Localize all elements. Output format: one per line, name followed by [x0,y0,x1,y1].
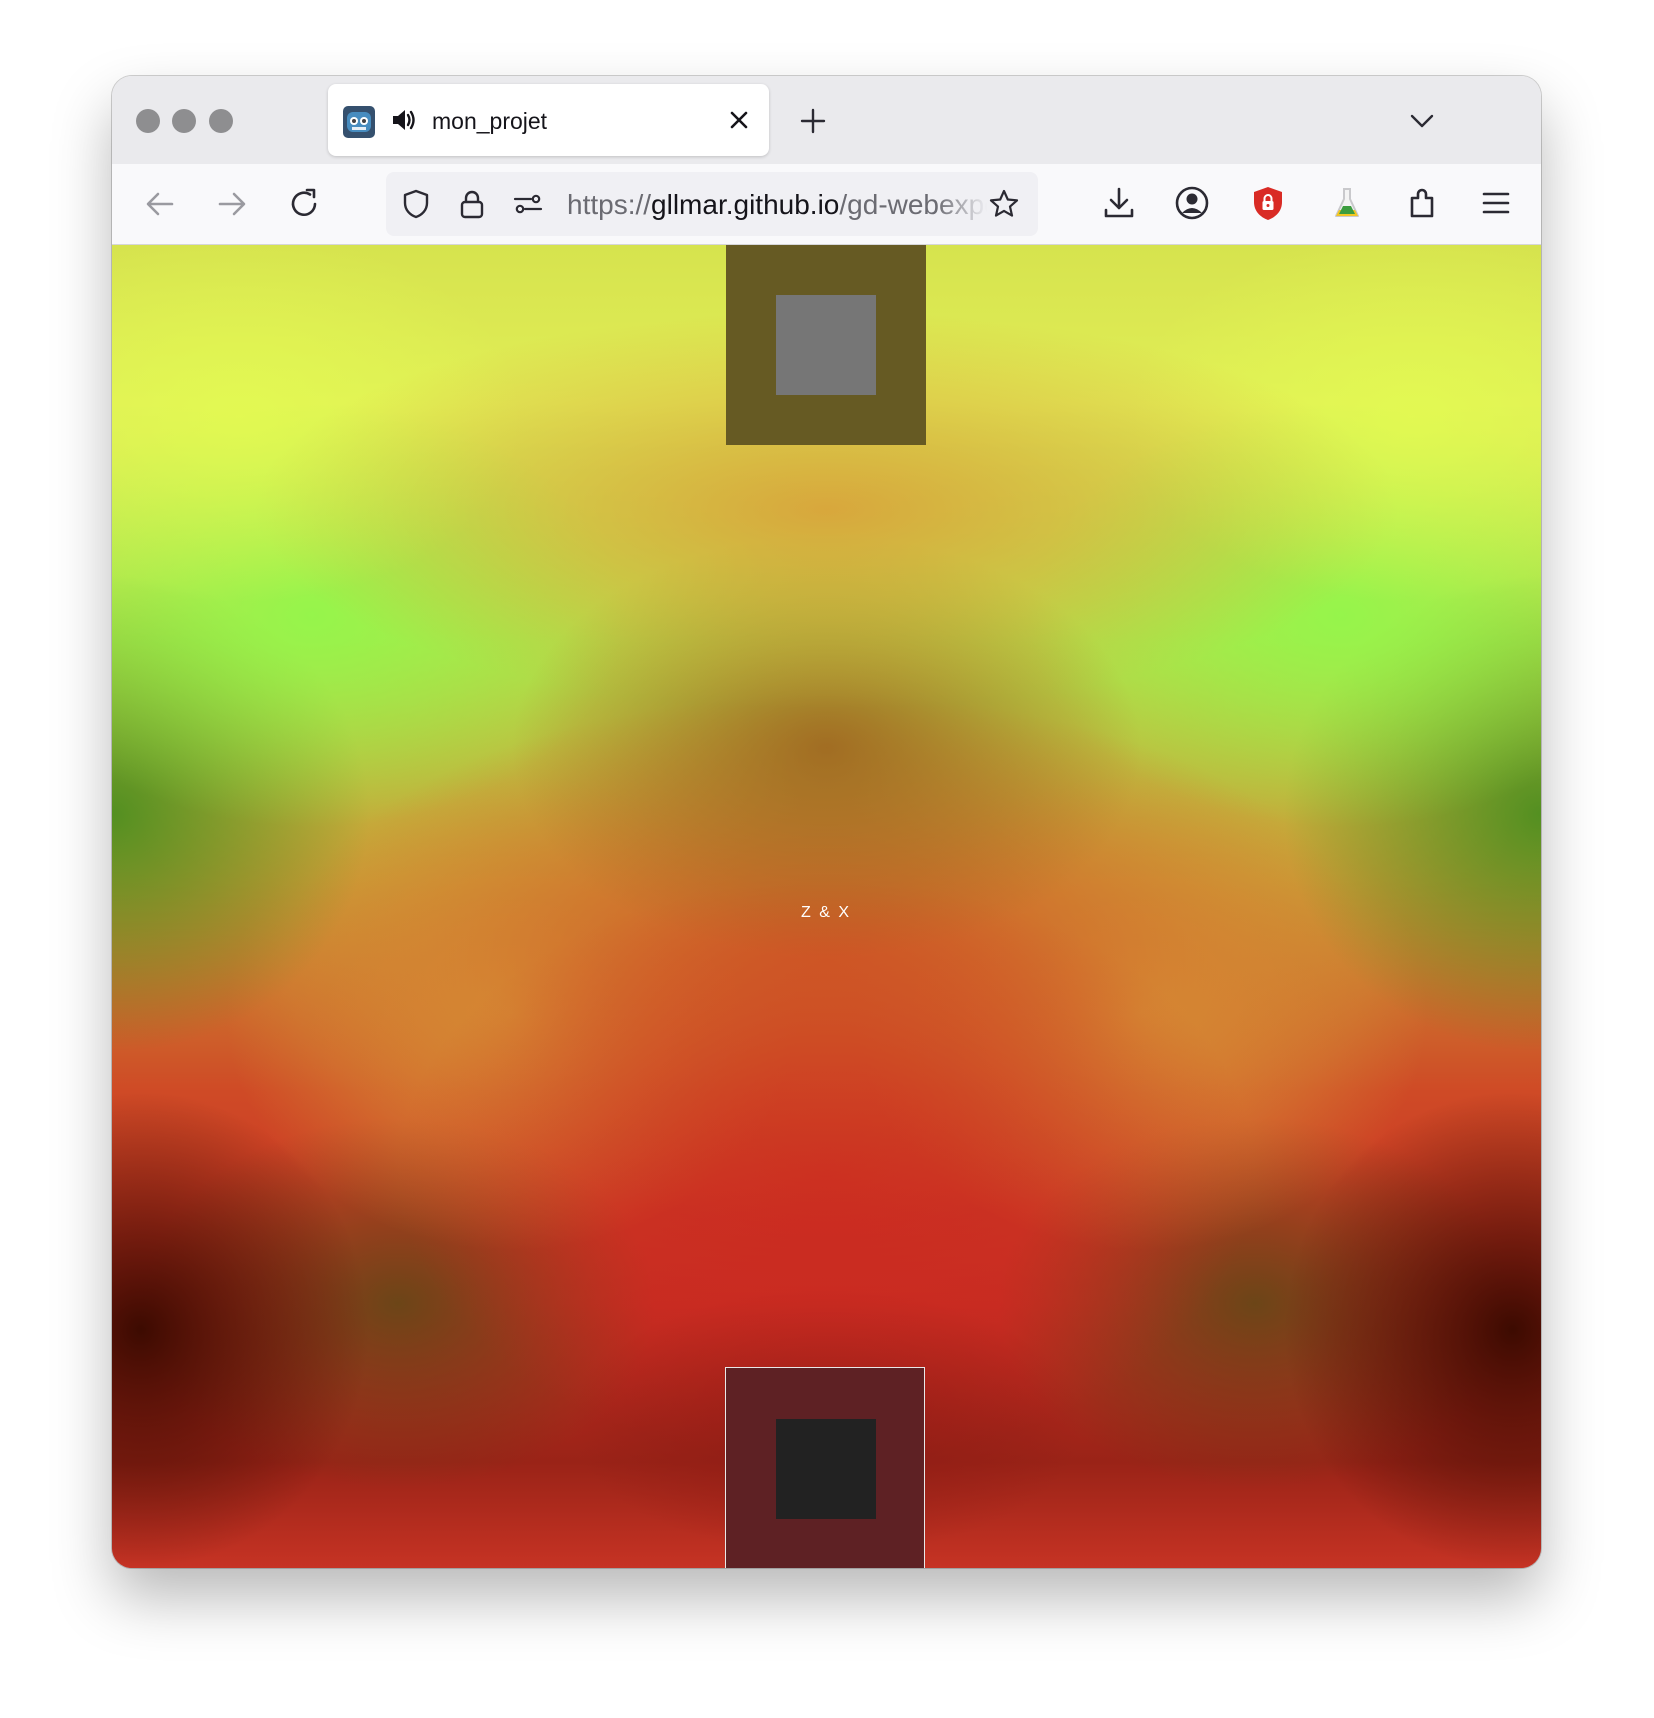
speaker-icon[interactable] [390,106,418,134]
zoom-window-button[interactable] [209,109,233,133]
chevron-down-icon[interactable] [1407,106,1437,136]
extensions-icon[interactable] [1404,184,1442,222]
star-icon[interactable] [988,188,1020,220]
close-icon[interactable] [725,106,753,134]
url-host: gllmar.github.io [651,189,840,220]
top-player-core [776,295,876,395]
download-icon[interactable] [1100,184,1138,222]
arrow-left-icon[interactable] [140,184,180,224]
url-bar[interactable]: https://gllmar.github.io/gd-webexport [386,172,1038,236]
tab-bar: mon_projet [112,76,1541,164]
plus-icon[interactable] [798,106,828,136]
tab-mon-projet[interactable]: mon_projet [328,84,769,156]
game-canvas[interactable]: Z & X [112,245,1541,1568]
arrow-right-icon[interactable] [212,184,252,224]
permissions-icon[interactable] [512,188,544,220]
shield-icon[interactable] [400,188,432,220]
close-window-button[interactable] [136,109,160,133]
browser-window: mon_projet https://gllmar.github.io/gd-w… [112,76,1541,1568]
tab-title: mon_projet [432,108,548,134]
menu-icon[interactable] [1477,184,1515,222]
lock-icon[interactable] [456,188,488,220]
ublock-shield-icon[interactable] [1249,184,1287,222]
url-text[interactable]: https://gllmar.github.io/gd-webexport [567,188,987,222]
top-player-square [726,245,926,445]
godot-icon [343,106,375,138]
controls-hint: Z & X [800,904,851,921]
navigation-toolbar: https://gllmar.github.io/gd-webexport [112,164,1541,245]
bottom-player-square [725,1367,925,1568]
bottom-player-core [776,1419,876,1519]
minimize-window-button[interactable] [172,109,196,133]
reload-icon[interactable] [284,184,324,224]
flask-icon[interactable] [1328,184,1366,222]
url-path: /gd-webexport [839,189,987,220]
account-icon[interactable] [1173,184,1211,222]
url-scheme: https:// [567,189,652,220]
